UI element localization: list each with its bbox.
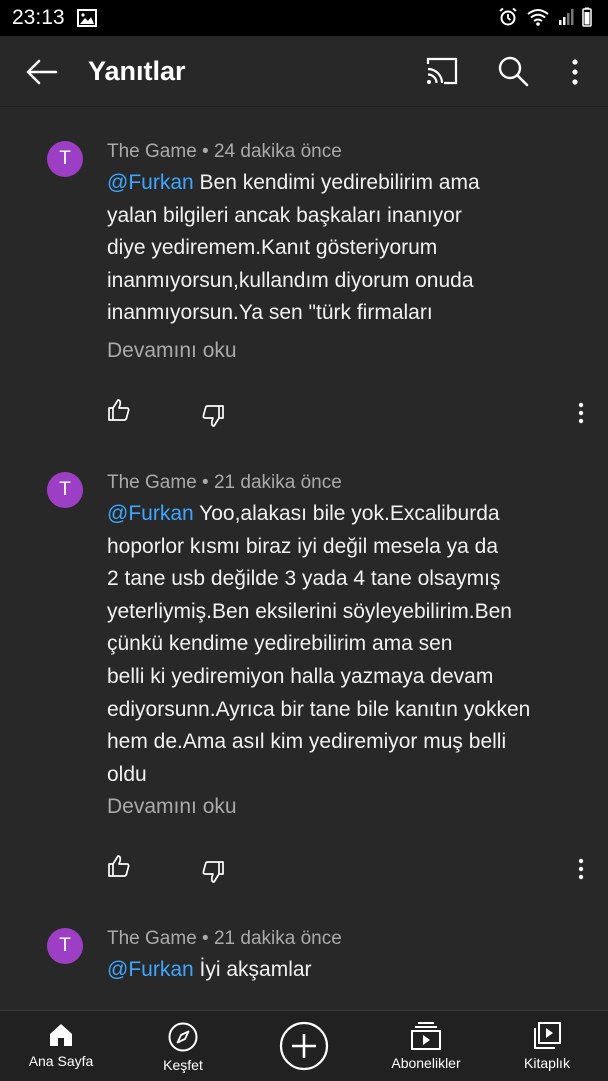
- read-more-link[interactable]: Devamını oku: [107, 795, 237, 819]
- status-bar: 23:13: [0, 0, 608, 36]
- avatar[interactable]: T: [47, 141, 83, 177]
- dislike-button[interactable]: [200, 403, 226, 429]
- compass-icon: [168, 1022, 198, 1052]
- more-options-button[interactable]: [563, 56, 587, 88]
- reply-time: 21 dakika önce: [213, 928, 342, 949]
- avatar[interactable]: T: [47, 472, 83, 508]
- nav-subscriptions[interactable]: Abonelikler: [378, 1011, 474, 1081]
- app-bar: Yanıtlar: [0, 36, 608, 107]
- cast-icon: [426, 57, 458, 85]
- nav-home-label: Ana Sayfa: [28, 1053, 94, 1069]
- reply-body: Yoo,alakası bile yok.Excaliburda hoporlo…: [107, 502, 531, 786]
- battery-icon: [582, 7, 592, 32]
- nav-home[interactable]: Ana Sayfa: [14, 1011, 108, 1081]
- nav-explore-label: Keşfet: [163, 1057, 203, 1073]
- reply-text: @Furkan Ben kendimi yedirebilirim ama ya…: [107, 167, 577, 330]
- more-vertical-icon: [578, 858, 584, 880]
- status-time: 23:13: [12, 6, 65, 29]
- page-title: Yanıtlar: [88, 56, 186, 86]
- thumbs-down-icon: [202, 861, 224, 883]
- author-name[interactable]: The Game: [107, 141, 197, 162]
- status-icons: [498, 7, 592, 32]
- back-button[interactable]: [24, 56, 60, 88]
- like-button[interactable]: [106, 397, 132, 423]
- avatar[interactable]: T: [47, 928, 83, 964]
- reply-more-button[interactable]: [572, 400, 590, 426]
- reply-body: İyi akşamlar: [193, 958, 312, 981]
- create-button[interactable]: [279, 1021, 329, 1071]
- reply-meta: The Game • 21 dakika önce: [107, 928, 342, 949]
- read-more-link[interactable]: Devamını oku: [107, 339, 237, 363]
- mention-link[interactable]: @Furkan: [107, 958, 194, 981]
- signal-icon: [558, 8, 574, 31]
- nav-library-label: Kitaplık: [524, 1055, 570, 1071]
- more-vertical-icon: [578, 402, 584, 424]
- thumbs-down-icon: [202, 405, 224, 427]
- gallery-icon: [77, 9, 97, 32]
- subscriptions-icon: [411, 1022, 441, 1050]
- add-circle-icon: [279, 1021, 329, 1071]
- replies-list[interactable]: T The Game • 24 dakika önce @Furkan Ben …: [0, 107, 608, 1010]
- nav-subscriptions-label: Abonelikler: [391, 1055, 461, 1071]
- dislike-button[interactable]: [200, 859, 226, 885]
- search-icon: [498, 56, 529, 87]
- reply-meta: The Game • 21 dakika önce: [107, 472, 342, 493]
- reply-time: 21 dakika önce: [213, 472, 342, 493]
- library-icon: [534, 1022, 561, 1049]
- like-button[interactable]: [106, 853, 132, 879]
- reply-text: @Furkan Yoo,alakası bile yok.Excaliburda…: [107, 498, 577, 791]
- reply-time: 24 dakika önce: [213, 141, 342, 162]
- reply-meta: The Game • 24 dakika önce: [107, 141, 342, 162]
- reply-text: @Furkan İyi akşamlar: [107, 954, 577, 987]
- nav-explore[interactable]: Keşfet: [136, 1011, 230, 1081]
- cast-button[interactable]: [425, 56, 459, 88]
- wifi-icon: [526, 7, 550, 32]
- more-vertical-icon: [572, 59, 578, 85]
- reply-more-button[interactable]: [572, 856, 590, 882]
- search-button[interactable]: [496, 54, 530, 88]
- author-name[interactable]: The Game: [107, 928, 197, 949]
- nav-library[interactable]: Kitaplık: [500, 1011, 594, 1081]
- thumbs-up-icon: [108, 855, 130, 877]
- reply-body: Ben kendimi yedirebilirim ama yalan bilg…: [107, 171, 480, 325]
- thumbs-up-icon: [108, 399, 130, 421]
- mention-link[interactable]: @Furkan: [107, 171, 194, 194]
- bottom-navigation: Ana Sayfa Keşfet Abonelikler Kitaplık: [0, 1010, 608, 1081]
- arrow-left-icon: [26, 59, 58, 85]
- author-name[interactable]: The Game: [107, 472, 197, 493]
- home-icon: [50, 1024, 72, 1046]
- alarm-icon: [498, 7, 518, 32]
- mention-link[interactable]: @Furkan: [107, 502, 194, 525]
